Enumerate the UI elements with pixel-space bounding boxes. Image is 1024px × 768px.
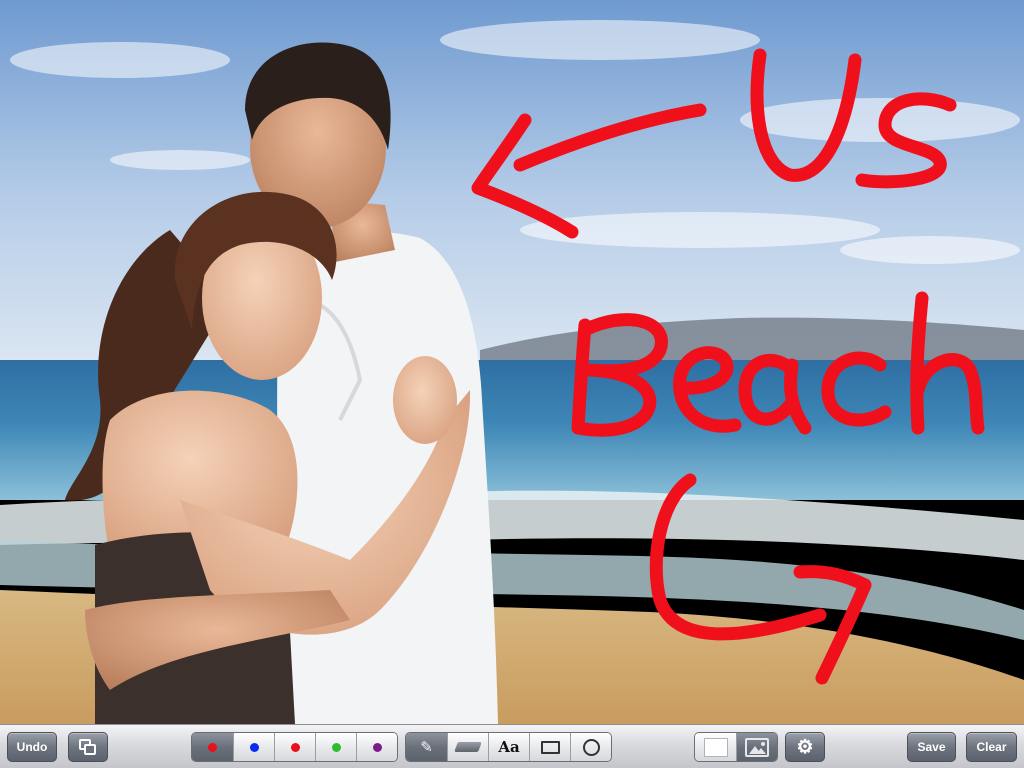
photo-background-button[interactable] [736,733,777,761]
color-dot [290,742,300,752]
undo-button[interactable]: Undo [7,732,57,762]
duplicate-button[interactable] [68,732,108,762]
save-label: Save [917,740,946,754]
circle-icon [582,738,600,756]
color-dot [208,742,217,752]
circle-tool-button[interactable] [570,733,611,761]
pencil-icon: ✎ [420,738,433,756]
color-swatch-purple-5[interactable] [356,733,397,761]
canvas-svg [0,0,1024,724]
background-selector [694,732,778,762]
blank-background-button[interactable] [695,733,736,761]
color-palette [191,732,398,762]
clear-label: Clear [976,740,1007,754]
rectangle-icon [540,740,560,754]
text-tool-button[interactable]: Aa [488,733,529,761]
save-button[interactable]: Save [907,732,956,762]
layers-icon [79,739,97,755]
pencil-tool-button[interactable]: ✎ [406,733,447,761]
drawing-canvas[interactable] [0,0,1024,724]
color-swatch-red-1[interactable] [192,733,233,761]
blank-page-icon [703,737,728,757]
bottom-toolbar: Undo ✎ Aa ⚙ Save Clear [0,724,1024,768]
photo-icon [745,737,769,757]
gear-icon: ⚙ [796,736,814,758]
color-dot [331,742,341,752]
color-dot [249,742,259,752]
text-tool-label: Aa [498,738,520,756]
tool-selector: ✎ Aa [405,732,612,762]
color-swatch-red-3[interactable] [274,733,315,761]
rectangle-tool-button[interactable] [529,733,570,761]
color-swatch-green-4[interactable] [315,733,356,761]
eraser-icon [454,742,482,752]
undo-label: Undo [16,740,48,754]
eraser-tool-button[interactable] [447,733,488,761]
clear-button[interactable]: Clear [966,732,1017,762]
settings-button[interactable]: ⚙ [785,732,825,762]
color-swatch-blue-2[interactable] [233,733,274,761]
color-dot [372,742,382,752]
